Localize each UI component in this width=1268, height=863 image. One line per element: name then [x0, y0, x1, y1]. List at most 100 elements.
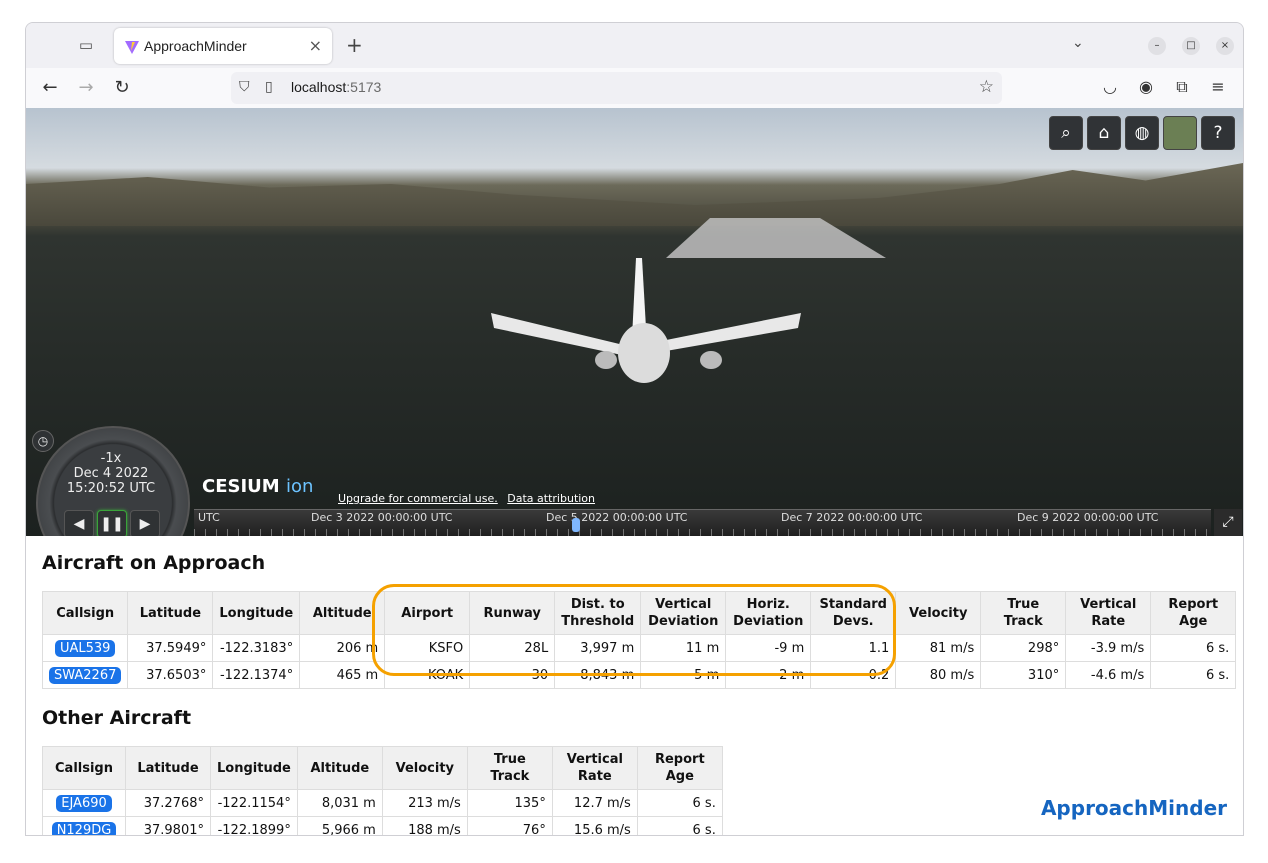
table-cell: 80 m/s	[895, 661, 982, 689]
fullscreen-icon[interactable]: ⤢	[1214, 509, 1242, 536]
home-icon[interactable]: ⌂	[1087, 116, 1121, 150]
tab-title: ApproachMinder	[144, 38, 247, 54]
url-port: :5173	[346, 79, 382, 95]
search-icon[interactable]: ⌕	[1049, 116, 1083, 150]
forward-icon[interactable]: →	[75, 77, 97, 99]
credits: Upgrade for commercial use. Data attribu…	[338, 492, 601, 505]
new-tab-icon[interactable]: +	[346, 33, 363, 57]
column-header: Altitude	[296, 746, 383, 790]
column-header: Callsign	[42, 746, 126, 790]
timeline-needle[interactable]	[572, 518, 580, 532]
vite-favicon-icon	[125, 41, 139, 54]
approach-title: Aircraft on Approach	[42, 552, 266, 574]
column-header: Latitude	[125, 746, 211, 790]
reload-icon[interactable]: ↻	[111, 77, 133, 99]
column-header: Report Age	[636, 746, 723, 790]
bookmark-star-icon[interactable]: ☆	[979, 77, 994, 97]
pause-icon[interactable]: ❚❚	[97, 510, 127, 536]
table-cell: 28L	[469, 634, 556, 662]
account-icon[interactable]: ◉	[1135, 77, 1157, 96]
approach-table: Callsign Latitude Longitude Altitude Airport…	[41, 591, 1237, 689]
brand-name: ApproachMinder	[1040, 796, 1227, 820]
column-header: Velocity	[895, 591, 982, 635]
table-cell: KSFO	[384, 634, 471, 662]
column-header: Callsign	[41, 591, 129, 635]
table-cell: 206 m	[299, 634, 386, 662]
minimize-icon[interactable]: –	[1148, 37, 1166, 55]
table-row: N129DG 37.9801° -122.1899° 5,966 m 188 m/s 76…	[42, 816, 723, 835]
callsign-badge[interactable]: N129DG	[51, 821, 117, 835]
callsign-cell: UAL539	[41, 634, 129, 662]
url-text[interactable]: localhost:5173	[291, 79, 381, 95]
close-window-icon[interactable]: ×	[1216, 37, 1234, 55]
column-header: True Track	[980, 591, 1067, 635]
column-header: Dist. to Threshold	[554, 591, 642, 635]
column-header: Velocity	[381, 746, 468, 790]
table-cell: 8,843 m	[554, 661, 642, 689]
shield-icon[interactable]: ⛉	[239, 79, 250, 95]
column-header: Runway	[469, 591, 556, 635]
table-cell: -9 m	[725, 634, 812, 662]
column-header: Horiz. Deviation	[725, 591, 812, 635]
tab-approachminder[interactable]: ApproachMinder ×	[114, 28, 332, 64]
table-row: EJA690 37.2768° -122.1154° 8,031 m 213 m/s 13…	[42, 789, 723, 817]
menu-icon[interactable]: ≡	[1207, 77, 1229, 96]
play-forward-icon[interactable]: ▶	[130, 510, 160, 536]
table-cell: 15.6 m/s	[551, 816, 638, 835]
chevron-down-icon[interactable]: ⌄	[1072, 35, 1084, 51]
callsign-cell: N129DG	[42, 816, 126, 835]
column-header: Longitude	[212, 591, 301, 635]
cesium-viewer[interactable]: ⌕ ⌂ ◍ ? ◷ -1x Dec 4 2022 15:20:52 UTC ◀ …	[26, 108, 1243, 536]
table-cell: 37.2768°	[125, 789, 211, 817]
page-icon[interactable]: ▯	[265, 79, 273, 95]
animation-time: 15:20:52 UTC	[66, 481, 156, 496]
table-cell: 2 m	[725, 661, 812, 689]
column-header: Standard Devs.	[810, 591, 897, 635]
close-tab-icon[interactable]: ×	[309, 36, 322, 55]
back-icon[interactable]: ←	[39, 77, 61, 99]
url-host: localhost	[291, 79, 347, 95]
table-cell: 11 m	[640, 634, 727, 662]
logo-main: CESIUM	[202, 476, 280, 497]
callsign-badge[interactable]: UAL539	[54, 639, 116, 657]
logo-ion: ion	[285, 476, 314, 497]
table-cell: -122.1154°	[210, 789, 298, 817]
pocket-icon[interactable]: ◡	[1099, 77, 1121, 96]
table-cell: 1.1	[810, 634, 897, 662]
extensions-icon[interactable]: ⧉	[1171, 77, 1193, 97]
data-attribution-link[interactable]: Data attribution	[507, 492, 595, 505]
tab-strip: ▭ ApproachMinder × + ⌄ – □ ×	[26, 23, 1243, 68]
callsign-badge[interactable]: EJA690	[56, 794, 112, 812]
column-header: Report Age	[1150, 591, 1237, 635]
imagery-icon[interactable]	[1163, 116, 1197, 150]
table-cell: 3,997 m	[554, 634, 642, 662]
aircraft-model	[491, 258, 801, 383]
maximize-icon[interactable]: □	[1182, 37, 1200, 55]
callsign-cell: EJA690	[42, 789, 126, 817]
column-header: Vertical Rate	[551, 746, 638, 790]
table-cell: 37.5949°	[127, 634, 214, 662]
cesium-ion-logo[interactable]: CESIUM ion	[202, 476, 313, 497]
browser-window: ▭ ApproachMinder × + ⌄ – □ × ← → ↻ ⛉ ▯ l…	[25, 22, 1244, 836]
table-cell: 37.9801°	[125, 816, 211, 835]
url-bar[interactable]: ⛉ ▯ localhost:5173 ☆	[231, 72, 1002, 104]
help-icon[interactable]: ?	[1201, 116, 1235, 150]
tab-list-icon[interactable]: ▭	[76, 35, 96, 55]
upgrade-link[interactable]: Upgrade for commercial use.	[338, 492, 498, 505]
table-cell: -122.1899°	[210, 816, 298, 835]
table-cell: -3.9 m/s	[1065, 634, 1152, 662]
table-cell: 6 s.	[1150, 634, 1237, 662]
column-header: True Track	[466, 746, 553, 790]
timeline[interactable]: UTC Dec 3 2022 00:00:00 UTC Dec 5 2022 0…	[194, 509, 1211, 536]
table-cell: 0.2	[810, 661, 897, 689]
table-cell: 213 m/s	[381, 789, 468, 817]
play-reverse-icon[interactable]: ◀	[64, 510, 94, 536]
table-row: UAL539 37.5949° -122.3183° 206 m KSFO 28L 3,99…	[41, 634, 1237, 662]
globe-icon[interactable]: ◍	[1125, 116, 1159, 150]
table-cell: 30	[469, 661, 556, 689]
table-row: SWA2267 37.6503° -122.1374° 465 m KOAK 30 8,84…	[41, 661, 1237, 689]
column-header: Altitude	[299, 591, 386, 635]
timeline-label: Dec 3 2022 00:00:00 UTC	[311, 511, 453, 524]
callsign-badge[interactable]: SWA2267	[49, 666, 122, 684]
table-cell: 5,966 m	[296, 816, 383, 835]
